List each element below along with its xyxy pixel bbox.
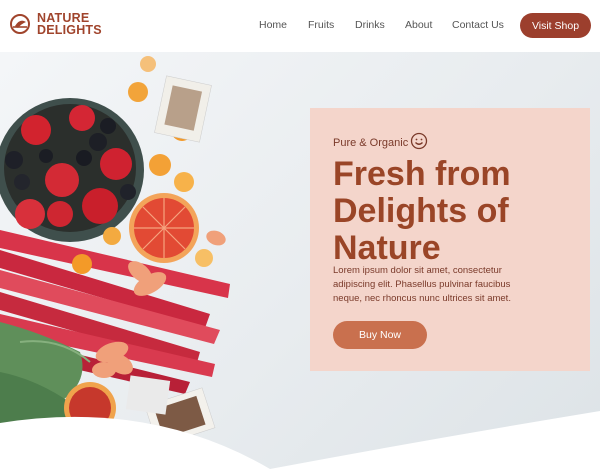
eyebrow-text: Pure & Organic: [333, 137, 409, 149]
site-header: NATURE DELIGHTS Home Fruits Drinks About…: [0, 0, 600, 52]
smiley-icon: [410, 132, 428, 150]
promo-card: Pure & Organic Fresh from Delights of Na…: [310, 108, 590, 371]
main-nav: Home Fruits Drinks About Contact Us: [0, 19, 600, 33]
nav-fruits[interactable]: Fruits: [308, 19, 334, 31]
berry-bowl: [0, 98, 144, 242]
hero-section: Pure & Organic Fresh from Delights of Na…: [0, 52, 600, 469]
wave-divider: [0, 411, 600, 469]
nav-about[interactable]: About: [405, 19, 432, 31]
orange-slice: [129, 193, 199, 263]
nav-contact[interactable]: Contact Us: [452, 19, 504, 31]
hero-body-text: Lorem ipsum dolor sit amet, consectetur …: [333, 265, 511, 304]
nav-home[interactable]: Home: [259, 19, 287, 31]
hero-headline: Fresh from Delights of Nature: [333, 155, 511, 267]
buy-now-button[interactable]: Buy Now: [333, 321, 427, 349]
visit-shop-button[interactable]: Visit Shop: [520, 13, 591, 38]
nav-drinks[interactable]: Drinks: [355, 19, 385, 31]
